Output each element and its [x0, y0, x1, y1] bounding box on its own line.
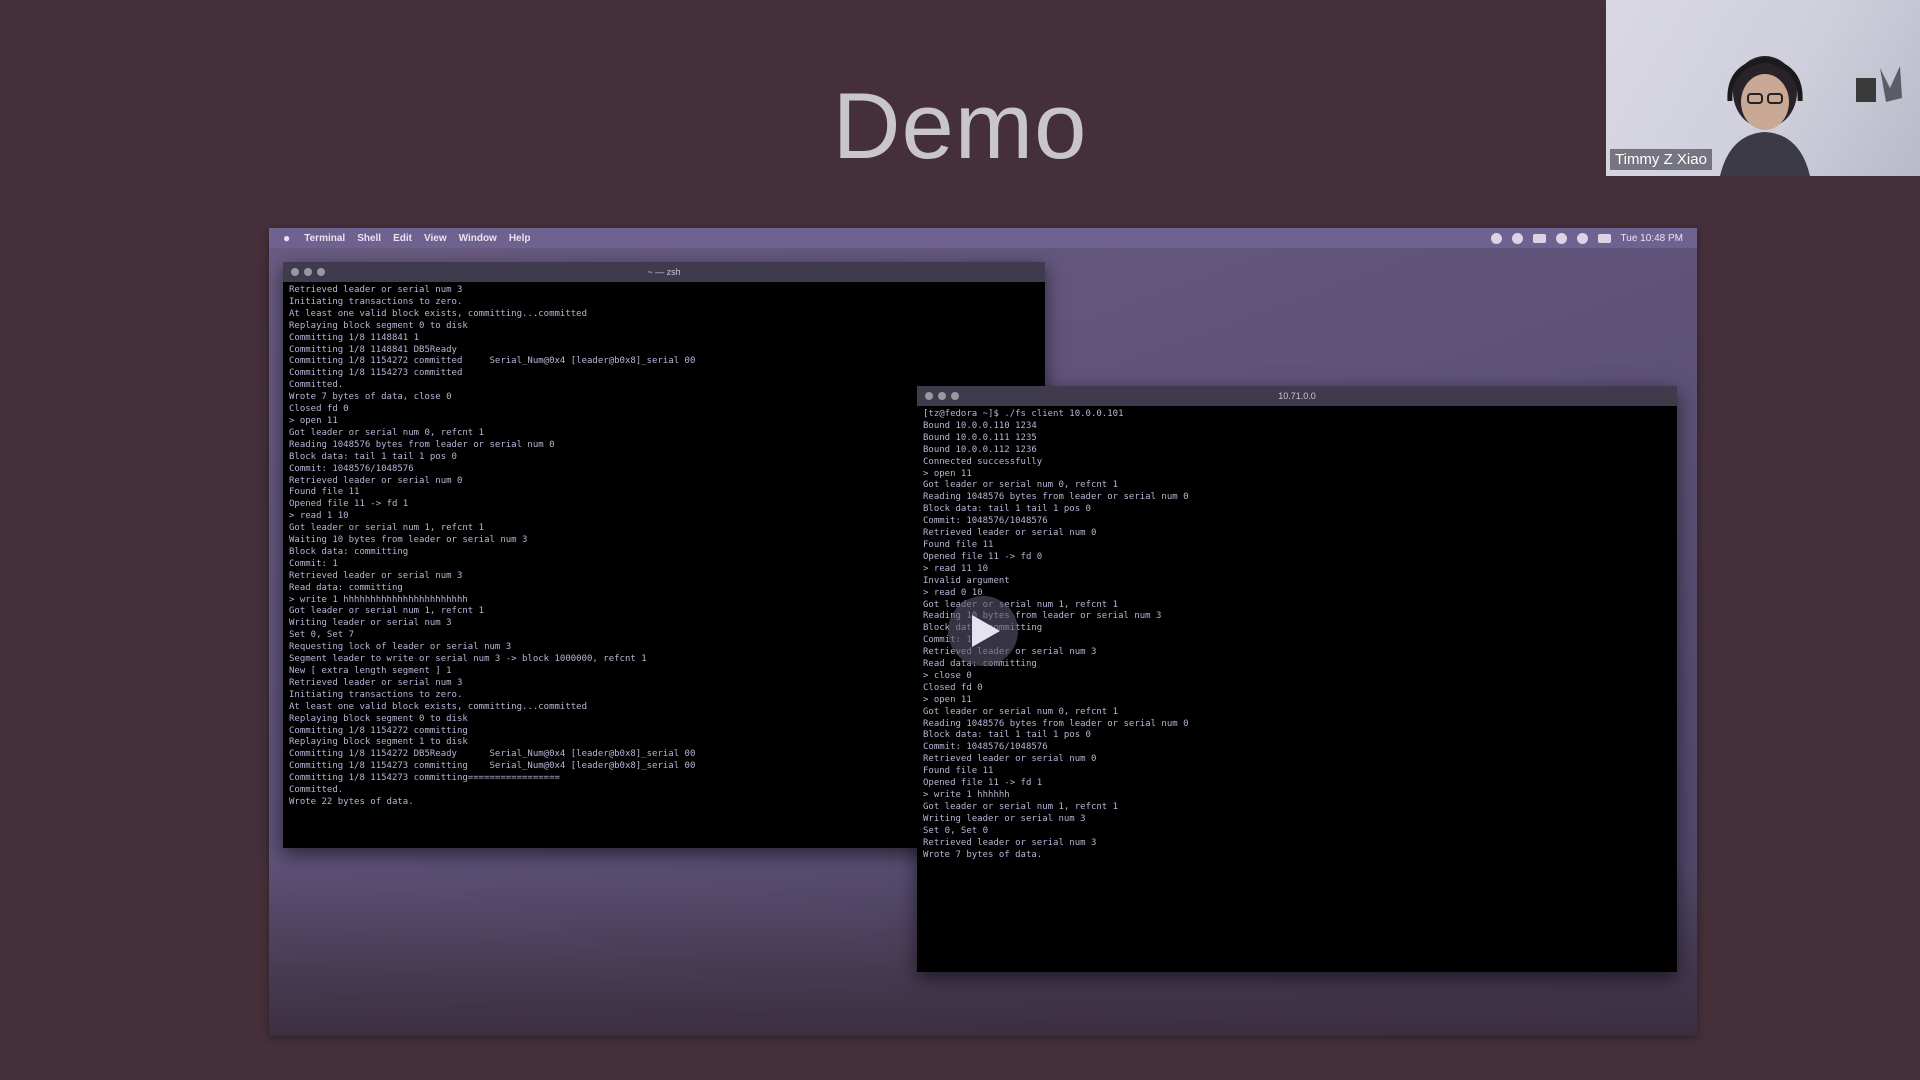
terminal-line: Committing 1/8 1154272 committed Serial_… — [289, 356, 696, 367]
participant-video-tile[interactable]: Timmy Z Xiao — [1606, 0, 1920, 176]
play-button[interactable] — [948, 596, 1018, 666]
terminal-titlebar: 10.71.0.0 — [917, 386, 1677, 406]
terminal-line: Opened file 11 -> fd 1 — [923, 778, 1043, 789]
terminal-line: Invalid argument — [923, 575, 1010, 586]
participant-name: Timmy Z Xiao — [1610, 149, 1712, 170]
terminal-line: Retrieved leader or serial num 0 — [923, 754, 1097, 765]
terminal-line: > write 1 hhhhhh — [923, 790, 1010, 800]
screen-share-icon — [1511, 232, 1523, 244]
terminal-line: Found file 11 — [923, 539, 994, 550]
terminal-window-right: 10.71.0.0 [tz@fedora ~]$ ./fs client 10.… — [917, 386, 1677, 972]
terminal-line: Commit: 1048576/1048576 — [923, 742, 1048, 753]
menubar-item: Help — [508, 232, 531, 244]
terminal-line: Got leader or serial num 0, refcnt 1 — [923, 480, 1119, 491]
mac-menubar: ● Terminal Shell Edit View Window Help T… — [269, 228, 1697, 248]
terminal-line: Got leader or serial num 1, refcnt 1 — [923, 599, 1119, 610]
terminal-line: Committing 1/8 1154273 committed — [289, 368, 463, 379]
menubar-item: Shell — [357, 232, 382, 244]
menubar-item: Window — [458, 232, 497, 244]
terminal-line: Block data: tail 1 tail 1 pos 0 — [923, 504, 1091, 515]
terminal-line: Bound 10.0.0.111 1235 — [923, 432, 1037, 443]
terminal-line: Commit: 1048576/1048576 — [923, 516, 1048, 527]
terminal-line: > read 0 10 — [923, 587, 983, 598]
menubar-clock: Tue 10:48 PM — [1620, 232, 1683, 244]
wifi-icon — [1555, 232, 1567, 244]
control-center-icon — [1597, 233, 1611, 243]
terminal-line: Opened file 11 -> fd 0 — [923, 551, 1043, 562]
terminal-line: Retrieved leader or serial num 3 — [923, 837, 1097, 848]
terminal-line: Block data: committing — [923, 623, 1042, 634]
search-icon — [1576, 232, 1588, 244]
terminal-line: Block data: tail 1 tail 1 pos 0 — [923, 730, 1091, 741]
menubar-item: Edit — [393, 232, 412, 244]
terminal-line: Connected successfully — [923, 456, 1043, 467]
terminal-line: Retrieved leader or serial num 3 — [289, 285, 463, 295]
terminal-output: [tz@fedora ~]$ ./fs client 10.0.0.101 Bou… — [917, 406, 1677, 972]
terminal-line: Bound 10.0.0.110 1234 — [923, 420, 1037, 431]
terminal-line: [tz@fedora ~]$ ./fs client 10.0.0.101 — [923, 409, 1124, 419]
background-plant — [1856, 66, 1902, 102]
terminal-line: Replaying block segment 0 to disk — [289, 320, 468, 331]
terminal-line: Writing leader or serial num 3 — [923, 813, 1086, 824]
terminal-title: 10.71.0.0 — [1278, 391, 1316, 401]
terminal-line: Found file 11 — [923, 766, 994, 777]
terminal-line: Got leader or serial num 1, refcnt 1 — [923, 801, 1119, 812]
terminal-titlebar: ~ — zsh — [283, 262, 1045, 282]
terminal-line: > open 11 — [923, 468, 972, 479]
terminal-line: Retrieved leader or serial num 0 — [923, 528, 1097, 539]
record-icon — [1490, 232, 1502, 244]
terminal-title: ~ — zsh — [647, 267, 681, 277]
terminal-line: Set 0, Set 0 — [923, 825, 989, 836]
menubar-item: View — [423, 232, 447, 244]
participant-avatar — [1720, 56, 1810, 176]
terminal-line: Retrieved leader or serial num 3 — [923, 647, 1097, 658]
terminal-line: Commit: 1 — [923, 635, 972, 646]
terminal-line: Committing 1/8 1148841 DB5Ready — [289, 344, 457, 355]
terminal-line: Read data: committing — [923, 659, 1037, 670]
battery-icon — [1532, 233, 1546, 243]
play-icon — [972, 615, 1000, 647]
menubar-item: Terminal — [304, 232, 346, 244]
terminal-line: > close 0 — [923, 670, 972, 681]
terminal-line: Reading 1048576 bytes from leader or ser… — [923, 492, 1189, 503]
terminal-line: At least one valid block exists, committ… — [289, 308, 588, 319]
terminal-line: > read 11 10 — [923, 563, 989, 574]
apple-icon: ● — [283, 231, 291, 245]
terminal-line: Initiating transactions to zero. — [289, 296, 463, 307]
menubar-status-area: Tue 10:48 PM — [1490, 232, 1683, 244]
terminal-line: Committing 1/8 1148841 1 — [289, 332, 420, 343]
terminal-line: Reading 10 bytes from leader or serial n… — [923, 611, 1162, 622]
terminal-line: Reading 1048576 bytes from leader or ser… — [923, 718, 1189, 729]
terminal-line: > open 11 — [923, 694, 972, 705]
terminal-line: Got leader or serial num 0, refcnt 1 — [923, 706, 1119, 717]
terminal-line: Closed fd 0 — [923, 682, 983, 693]
terminal-line: Bound 10.0.0.112 1236 — [923, 444, 1037, 455]
terminal-line: Wrote 7 bytes of data. — [923, 849, 1043, 860]
